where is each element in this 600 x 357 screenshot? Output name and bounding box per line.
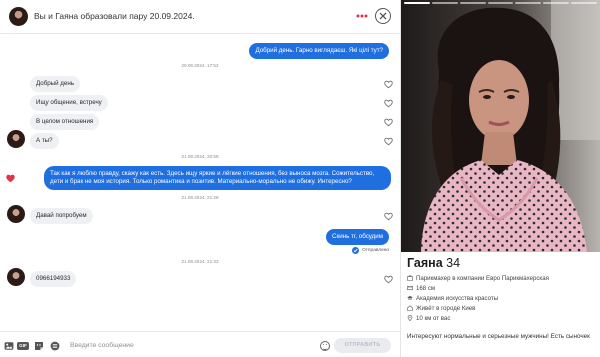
sticker-icon[interactable] [34,341,44,351]
sent-check-icon [352,247,359,254]
profile-height-text: 168 см [416,285,436,292]
profile-bio: Интересуют нормальные и серьезные мужчин… [407,333,590,340]
profile-job-text: Парикмахер в компании Евро Парикмахерска… [416,275,549,282]
profile-age: 34 [446,256,461,270]
message-incoming: А ты? [30,133,59,150]
briefcase-icon [407,275,413,281]
image-icon[interactable] [4,341,14,351]
heart-icon[interactable] [384,118,393,127]
message-outgoing: Добрий день. Гарно виглядаєш. Які цілі т… [249,43,389,60]
message-status: Отправлено [362,248,390,253]
gif-icon[interactable]: GIF [17,342,29,350]
match-title: Вы и Гаяна образовали пару 20.09.2024. [34,11,195,21]
profile-panel: Гаяна 34 Парикмахер в компании Евро Пари… [401,0,600,357]
heart-icon[interactable] [6,174,15,183]
heart-icon[interactable] [384,80,393,89]
message-incoming: 0966194933 [30,271,77,288]
profile-distance: 10 км от вас [407,315,450,322]
message-outgoing: Скинь тг, обсудим [326,229,389,246]
message-timestamp: 21.09.2024, 20:58 [181,154,219,159]
heart-icon[interactable] [384,99,393,108]
message-outgoing: Так как я люблю правду, скажу как есть. … [44,166,391,191]
profile-height: 168 см [407,285,435,292]
profile-education-text: Академия искусства красоты [416,295,499,302]
profile-city-text: Живёт в городе Киев [416,305,476,312]
avatar[interactable] [7,205,25,223]
heart-icon[interactable] [384,212,393,221]
avatar[interactable] [7,268,25,286]
profile-job: Парикмахер в компании Евро Парикмахерска… [407,275,549,282]
profile-first-name: Гаяна [407,256,443,270]
profile-distance-text: 10 км от вас [416,315,451,322]
avatar[interactable] [9,7,28,26]
menu-dots-icon[interactable] [355,9,369,23]
photo-progress [404,2,598,4]
message-timestamp: 21.09.2024, 21:28 [181,195,219,200]
message-incoming: Давай попробуем [30,208,93,225]
graduation-icon [407,295,413,301]
close-icon[interactable] [375,8,391,24]
location-icon [407,315,413,321]
emoji-icon[interactable] [320,341,330,351]
profile-city: Живёт в городе Киев [407,305,475,312]
message-incoming: Ищу общение, встречу [30,95,108,112]
message-incoming: Добрый день [30,76,81,93]
heart-icon[interactable] [384,137,393,146]
send-button[interactable]: ОТПРАВИТЬ [334,338,391,353]
home-icon [407,305,413,311]
message-composer: GIF ОТПРАВИТЬ [0,331,400,357]
message-list: Добрий день. Гарно виглядаєш. Які цілі т… [0,35,400,331]
chat-header: Вы и Гаяна образовали пару 20.09.2024. [0,0,401,34]
avatar[interactable] [7,130,25,148]
message-input[interactable] [70,338,310,352]
message-incoming: В целом отношения [30,114,100,131]
profile-photo[interactable] [401,0,600,252]
message-timestamp: 21.09.2024, 21:32 [181,259,219,264]
ruler-icon [407,285,413,291]
chat-panel: Вы и Гаяна образовали пару 20.09.2024. Д… [0,0,401,357]
message-timestamp: 20.09.2024, 17:52 [181,63,219,68]
options-icon[interactable] [50,341,60,351]
profile-name: Гаяна 34 [407,256,460,270]
heart-icon[interactable] [384,275,393,284]
profile-education: Академия искусства красоты [407,295,498,302]
